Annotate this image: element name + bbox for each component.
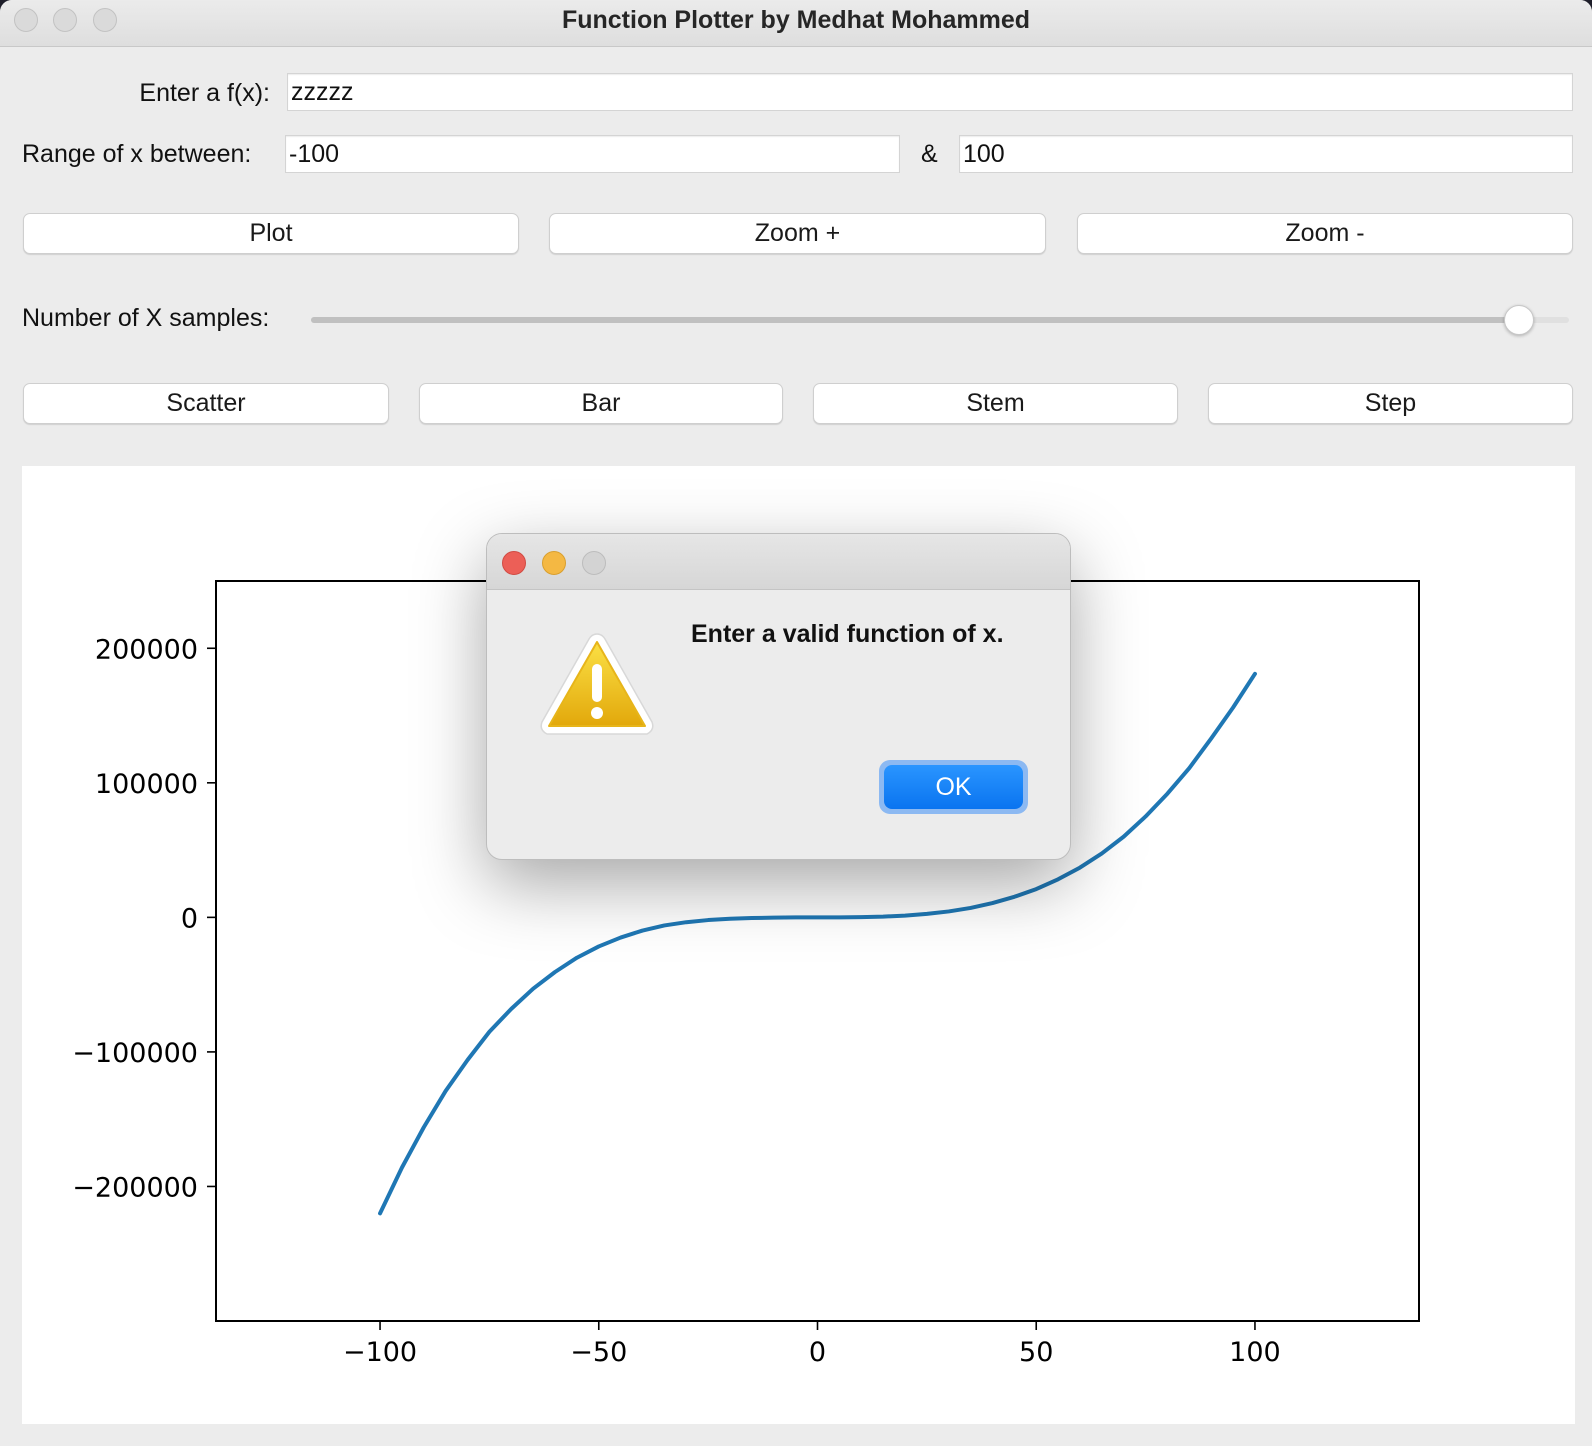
x-tick-label: 0 [809,1337,826,1368]
y-tick-label: −200000 [72,1172,198,1203]
dialog-minimize-button[interactable] [542,551,566,575]
y-tick-label: 0 [181,903,198,934]
x-tick-label: 100 [1229,1337,1281,1368]
x-tick-label: 50 [1019,1337,1053,1368]
plot-button[interactable]: Plot [23,213,519,254]
function-input[interactable] [287,73,1573,111]
zoom-out-button[interactable]: Zoom - [1077,213,1573,254]
range-label: Range of x between: [22,140,252,168]
x-tick-label: −100 [343,1337,417,1368]
bar-button[interactable]: Bar [419,383,783,424]
ok-button-focus-ring: OK [879,760,1028,814]
dialog-maximize-button[interactable] [582,551,606,575]
stem-button[interactable]: Stem [813,383,1178,424]
samples-slider-thumb[interactable] [1503,305,1534,335]
app-window: Function Plotter by Medhat Mohammed Ente… [0,0,1592,1446]
error-dialog: Enter a valid function of x. OK [486,533,1071,860]
window-title: Function Plotter by Medhat Mohammed [561,6,1031,34]
dialog-close-button[interactable] [502,551,526,575]
x-tick-label: −50 [570,1337,627,1368]
samples-slider-fill [311,317,1519,323]
step-button[interactable]: Step [1208,383,1573,424]
ok-button[interactable]: OK [884,765,1023,809]
scatter-button[interactable]: Scatter [23,383,389,424]
samples-slider[interactable] [311,305,1569,335]
title-bar: Function Plotter by Medhat Mohammed [0,0,1592,47]
warning-icon [540,633,654,735]
range-max-input[interactable] [959,135,1573,173]
y-tick-label: −100000 [72,1038,198,1069]
zoom-in-button[interactable]: Zoom + [549,213,1046,254]
samples-label: Number of X samples: [22,304,270,332]
range-min-input[interactable] [285,135,900,173]
function-label: Enter a f(x): [139,79,270,107]
y-tick-label: 100000 [95,769,198,800]
dialog-message: Enter a valid function of x. [691,620,1004,648]
range-separator: & [921,140,938,168]
y-tick-label: 200000 [95,634,198,665]
dialog-title-bar [487,534,1070,590]
